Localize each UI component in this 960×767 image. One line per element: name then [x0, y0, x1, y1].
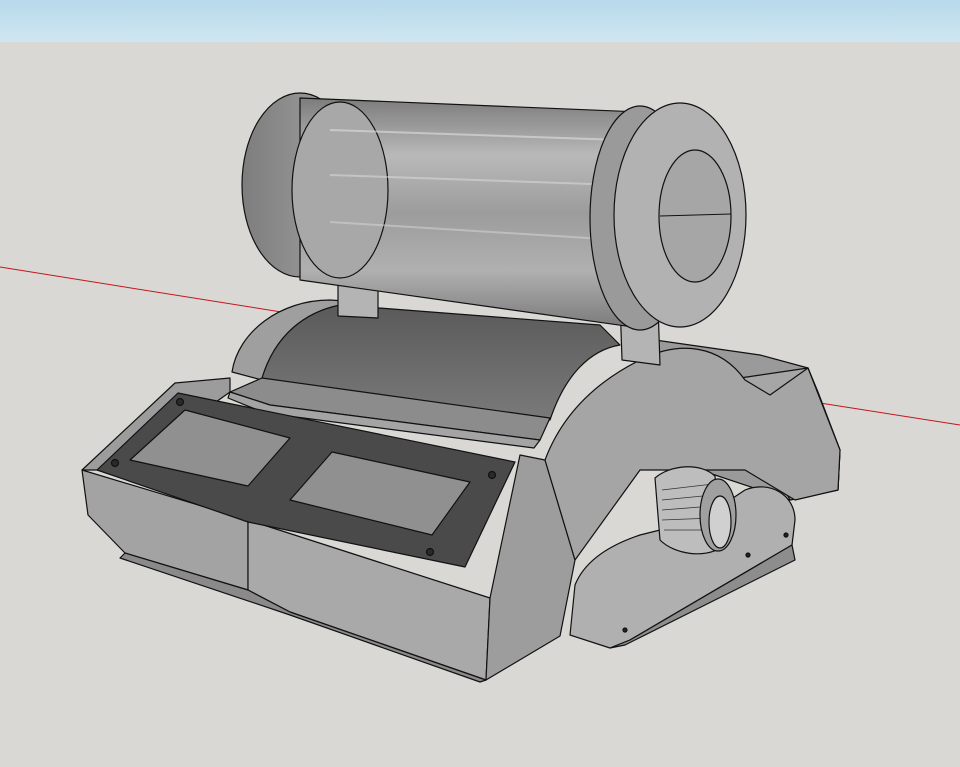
bracket-hole-3 [622, 627, 628, 633]
bracket-hole-2 [783, 532, 789, 538]
3d-viewport[interactable] [0, 0, 960, 767]
drum-left-face [291, 101, 389, 279]
screw-3 [487, 470, 497, 480]
screw-4 [425, 547, 435, 557]
screw-2 [110, 458, 120, 468]
screw-1 [175, 397, 185, 407]
sky [0, 0, 960, 42]
bracket-hole-1 [745, 552, 751, 558]
